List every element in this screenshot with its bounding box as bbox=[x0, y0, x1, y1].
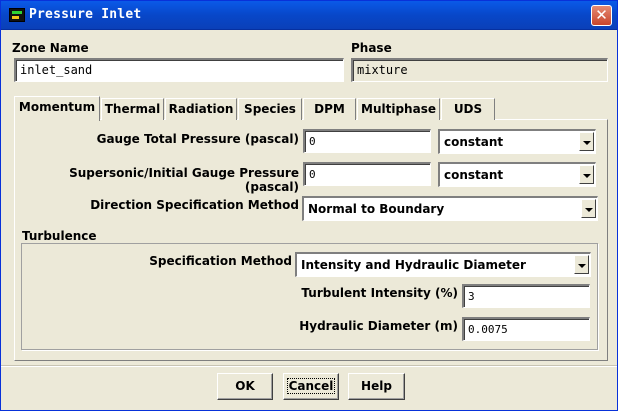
gauge-total-pressure-profile-dropdown[interactable]: constant bbox=[438, 129, 596, 154]
gauge-total-pressure-input[interactable]: 0 bbox=[303, 129, 431, 153]
direction-method-dropdown[interactable]: Normal to Boundary bbox=[302, 196, 598, 221]
chevron-down-icon[interactable] bbox=[579, 132, 594, 151]
title-bar[interactable]: Pressure Inlet ✕ bbox=[1, 1, 617, 30]
ok-button-label: OK bbox=[235, 379, 255, 393]
tab-uds[interactable]: UDS bbox=[441, 98, 495, 120]
close-icon: ✕ bbox=[595, 6, 608, 24]
tab-species[interactable]: Species bbox=[238, 98, 302, 120]
ok-button[interactable]: OK bbox=[217, 373, 273, 400]
supersonic-pressure-input[interactable]: 0 bbox=[303, 162, 431, 186]
tab-radiation[interactable]: Radiation bbox=[165, 98, 237, 120]
supersonic-pressure-profile-dropdown[interactable]: constant bbox=[438, 162, 596, 187]
window-title: Pressure Inlet bbox=[29, 7, 142, 22]
direction-method-value: Normal to Boundary bbox=[308, 202, 445, 216]
phase-field: mixture bbox=[351, 58, 608, 82]
phase-label: Phase bbox=[351, 41, 392, 55]
hydraulic-diameter-label: Hydraulic Diameter (m) bbox=[299, 319, 458, 333]
zone-name-input[interactable]: inlet_sand bbox=[14, 58, 344, 82]
tab-dpm[interactable]: DPM bbox=[303, 98, 356, 120]
specification-method-value: Intensity and Hydraulic Diameter bbox=[301, 258, 526, 272]
chevron-down-icon[interactable] bbox=[581, 199, 596, 218]
supersonic-pressure-profile-value: constant bbox=[444, 168, 504, 182]
tab-multiphase[interactable]: Multiphase bbox=[357, 98, 440, 120]
cancel-button[interactable]: Cancel bbox=[283, 373, 339, 400]
supersonic-pressure-label: Supersonic/Initial Gauge Pressure (pasca… bbox=[69, 166, 299, 194]
chevron-down-icon[interactable] bbox=[579, 165, 594, 184]
hydraulic-diameter-input[interactable]: 0.0075 bbox=[462, 317, 590, 341]
tab-momentum[interactable]: Momentum bbox=[14, 96, 100, 121]
close-button[interactable]: ✕ bbox=[591, 5, 612, 26]
direction-method-label: Direction Specification Method bbox=[90, 198, 299, 212]
chevron-down-icon[interactable] bbox=[574, 255, 589, 274]
tab-thermal[interactable]: Thermal bbox=[101, 98, 164, 120]
turbulent-intensity-input[interactable]: 3 bbox=[462, 284, 590, 308]
turbulence-title: Turbulence bbox=[22, 229, 97, 243]
cancel-button-label: Cancel bbox=[286, 378, 336, 394]
help-button-label: Help bbox=[361, 379, 392, 393]
pressure-inlet-dialog: Pressure Inlet ✕ Zone Name inlet_sand Ph… bbox=[0, 0, 618, 411]
help-button[interactable]: Help bbox=[348, 373, 405, 400]
specification-method-label: Specification Method bbox=[149, 254, 292, 268]
button-separator bbox=[1, 365, 617, 367]
zone-name-label: Zone Name bbox=[12, 41, 89, 55]
gauge-total-pressure-profile-value: constant bbox=[444, 135, 504, 149]
specification-method-dropdown[interactable]: Intensity and Hydraulic Diameter bbox=[295, 252, 591, 277]
gauge-total-pressure-label: Gauge Total Pressure (pascal) bbox=[96, 132, 299, 146]
app-icon bbox=[9, 8, 25, 22]
turbulent-intensity-label: Turbulent Intensity (%) bbox=[301, 286, 458, 300]
